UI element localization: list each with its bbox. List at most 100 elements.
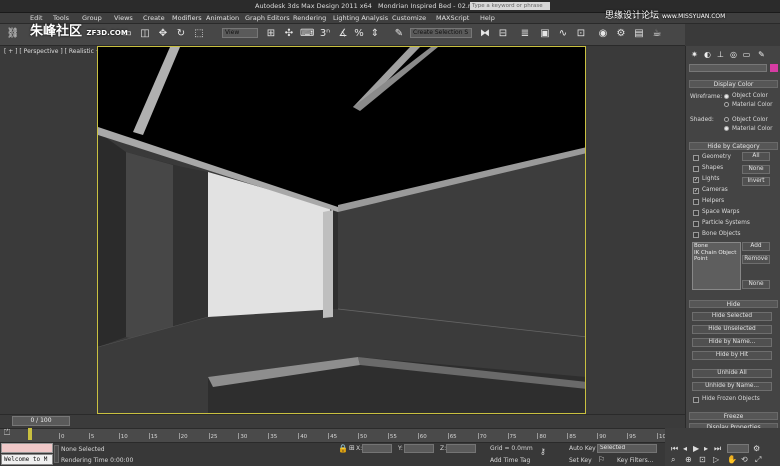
pan-icon[interactable]: ✋ <box>727 455 737 464</box>
zoom-all-icon[interactable]: ⊕ <box>685 455 692 464</box>
shapes-checkbox[interactable] <box>693 166 699 172</box>
category-list[interactable]: Bone IK Chain Object Point <box>692 242 741 290</box>
play-icon[interactable]: ▶ <box>693 444 699 453</box>
graphite-ribbon-icon[interactable]: ▣ <box>538 27 552 41</box>
invert-button[interactable]: Invert <box>742 177 770 186</box>
menu-customize[interactable]: Customize <box>392 14 426 22</box>
wireframe-material-color-radio[interactable] <box>724 102 729 107</box>
select-rotate-icon[interactable]: ↻ <box>174 27 188 41</box>
zoom-extents-icon[interactable]: ⊡ <box>699 455 706 464</box>
shaded-object-color-radio[interactable] <box>724 117 729 122</box>
edit-named-selection-icon[interactable]: ✎ <box>392 27 406 41</box>
hierarchy-tab-icon[interactable]: ⊥ <box>715 49 726 60</box>
select-manipulate-icon[interactable]: ✣ <box>282 27 296 41</box>
maximize-viewport-icon[interactable]: ⤢ <box>755 455 761 465</box>
y-coordinate-field[interactable] <box>404 444 434 453</box>
render-setup-icon[interactable]: ⚙ <box>614 27 628 41</box>
zoom-icon[interactable]: ⌕ <box>671 455 675 465</box>
schematic-view-icon[interactable]: ⊡ <box>574 27 588 41</box>
hide-by-name-button[interactable]: Hide by Name... <box>692 338 772 347</box>
set-key-icon[interactable]: ⚷ <box>540 448 552 456</box>
lights-checkbox[interactable]: ✓ <box>693 177 699 183</box>
auto-key-button[interactable]: Auto Key <box>569 445 596 452</box>
hide-selected-button[interactable]: Hide Selected <box>692 312 772 321</box>
display-tab-icon[interactable]: ▭ <box>741 49 752 60</box>
menu-modifiers[interactable]: Modifiers <box>172 14 202 22</box>
list-item[interactable]: Point <box>693 256 740 263</box>
listener-splitter[interactable] <box>54 445 59 463</box>
time-config-icon[interactable]: ⚙ <box>753 444 760 453</box>
add-time-tag[interactable]: Add Time Tag <box>490 457 530 464</box>
material-editor-icon[interactable]: ◉ <box>596 27 610 41</box>
link-icon[interactable]: ⛓ <box>6 27 20 41</box>
render-teapot-icon[interactable]: ☕ <box>650 27 664 41</box>
add-button[interactable]: Add <box>742 242 770 251</box>
hide-by-hit-button[interactable]: Hide by Hit <box>692 351 772 360</box>
menu-rendering[interactable]: Rendering <box>293 14 326 22</box>
menu-maxscript[interactable]: MAXScript <box>436 14 469 22</box>
set-key-button[interactable]: Set Key <box>569 457 592 464</box>
space-warps-checkbox[interactable] <box>693 210 699 216</box>
key-filters-button[interactable]: Key Filters... <box>617 457 654 464</box>
particle-systems-checkbox[interactable] <box>693 221 699 227</box>
named-selection-dropdown[interactable]: Create Selection S <box>410 28 472 38</box>
percent-snap-icon[interactable]: % <box>352 27 366 41</box>
create-tab-icon[interactable]: ✷ <box>689 49 700 60</box>
object-color-swatch[interactable] <box>770 64 778 72</box>
snap-3d-icon[interactable]: 3ⁿ <box>318 27 332 41</box>
remove-button[interactable]: Remove <box>742 255 770 264</box>
orbit-icon[interactable]: ⟲ <box>741 455 748 464</box>
select-scale-icon[interactable]: ⬚ <box>192 27 206 41</box>
object-name-field[interactable] <box>689 64 767 72</box>
z-coordinate-field[interactable] <box>446 444 476 453</box>
key-mode-icon[interactable]: ⏍ <box>4 429 14 437</box>
perspective-viewport[interactable] <box>97 46 586 414</box>
next-frame-icon[interactable]: ▸ <box>704 444 708 453</box>
reference-coordinate-dropdown[interactable]: View <box>222 28 258 38</box>
cameras-checkbox[interactable]: ✓ <box>693 188 699 194</box>
geometry-checkbox[interactable] <box>693 155 699 161</box>
list-none-button[interactable]: None <box>742 280 770 289</box>
maxscript-listener-mini[interactable] <box>1 443 53 453</box>
display-color-rollout[interactable]: Display Color <box>689 80 778 88</box>
hide-rollout[interactable]: Hide <box>689 300 778 308</box>
motion-tab-icon[interactable]: ◎ <box>728 49 739 60</box>
go-to-start-icon[interactable]: ⏮ <box>671 444 678 454</box>
hide-by-category-rollout[interactable]: Hide by Category <box>689 142 778 150</box>
field-of-view-icon[interactable]: ▷ <box>713 455 719 464</box>
curve-editor-icon[interactable]: ∿ <box>556 27 570 41</box>
helpers-checkbox[interactable] <box>693 199 699 205</box>
modify-tab-icon[interactable]: ◐ <box>702 49 713 60</box>
none-button[interactable]: None <box>742 165 770 174</box>
window-crossing-icon[interactable]: ◫ <box>138 27 152 41</box>
utilities-tab-icon[interactable]: ✎ <box>756 49 767 60</box>
angle-snap-icon[interactable]: ∡ <box>336 27 350 41</box>
menu-animation[interactable]: Animation <box>206 14 239 22</box>
wireframe-object-color-radio[interactable] <box>724 94 729 99</box>
selection-filter-dropdown[interactable]: Selected <box>597 444 657 453</box>
mirror-icon[interactable]: ⧓ <box>478 27 492 41</box>
menu-create[interactable]: Create <box>143 14 165 22</box>
shaded-material-color-radio[interactable] <box>724 126 729 131</box>
freeze-rollout[interactable]: Freeze <box>689 412 778 420</box>
rendered-frame-icon[interactable]: ▤ <box>632 27 646 41</box>
search-input[interactable]: Type a keyword or phrase <box>470 2 550 10</box>
hide-frozen-objects-checkbox[interactable] <box>693 397 699 403</box>
hide-unselected-button[interactable]: Hide Unselected <box>692 325 772 334</box>
go-to-end-icon[interactable]: ⏭ <box>714 444 721 454</box>
unhide-all-button[interactable]: Unhide All <box>692 369 772 378</box>
maxscript-input[interactable]: Welcome to M <box>1 454 53 465</box>
current-frame-marker[interactable] <box>28 428 32 440</box>
bone-objects-checkbox[interactable] <box>693 232 699 238</box>
time-slider[interactable]: 0 / 100 <box>12 416 70 426</box>
layer-manager-icon[interactable]: ≣ <box>518 27 532 41</box>
current-frame-field[interactable] <box>727 444 749 453</box>
menu-help[interactable]: Help <box>480 14 495 22</box>
menu-lighting-analysis[interactable]: Lighting Analysis <box>333 14 388 22</box>
unhide-by-name-button[interactable]: Unhide by Name... <box>692 382 772 391</box>
x-coordinate-field[interactable] <box>362 444 392 453</box>
pivot-center-icon[interactable]: ⊞ <box>264 27 278 41</box>
align-icon[interactable]: ⊟ <box>496 27 510 41</box>
all-button[interactable]: All <box>742 152 770 161</box>
spinner-snap-icon[interactable]: ⇕ <box>368 27 382 41</box>
